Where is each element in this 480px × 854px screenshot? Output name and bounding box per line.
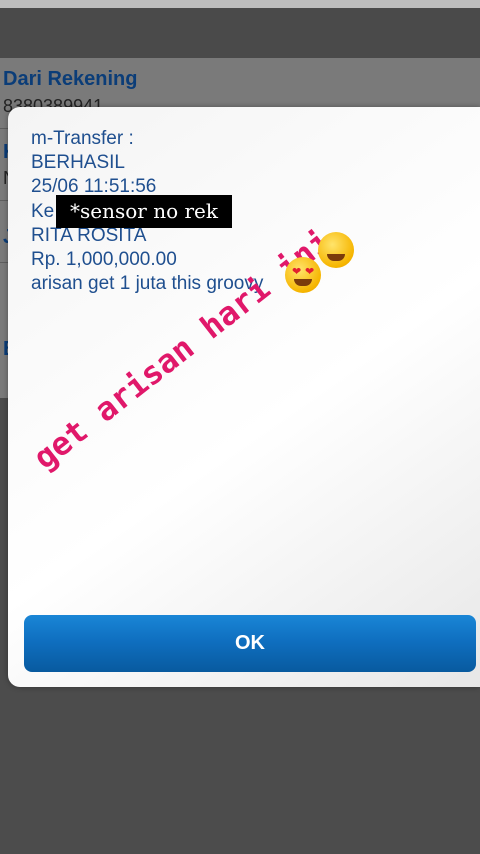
message-line: Rp. 1,000,000.00 (31, 249, 177, 271)
ok-button[interactable]: OK (24, 615, 476, 672)
navigation-bar (0, 8, 480, 58)
from-account-label: Dari Rekening (3, 68, 138, 90)
status-bar (0, 0, 480, 8)
message-line: BERHASIL (31, 152, 125, 174)
censor-overlay: *sensor no rek (56, 195, 232, 228)
money-mouth-emoji-icon (318, 232, 354, 268)
heart-eyes-emoji-icon: ❤ ❤ (285, 257, 321, 293)
transfer-result-dialog: m-Transfer : BERHASIL 25/06 11:51:56 Ke … (8, 107, 480, 687)
message-line: m-Transfer : (31, 128, 134, 149)
